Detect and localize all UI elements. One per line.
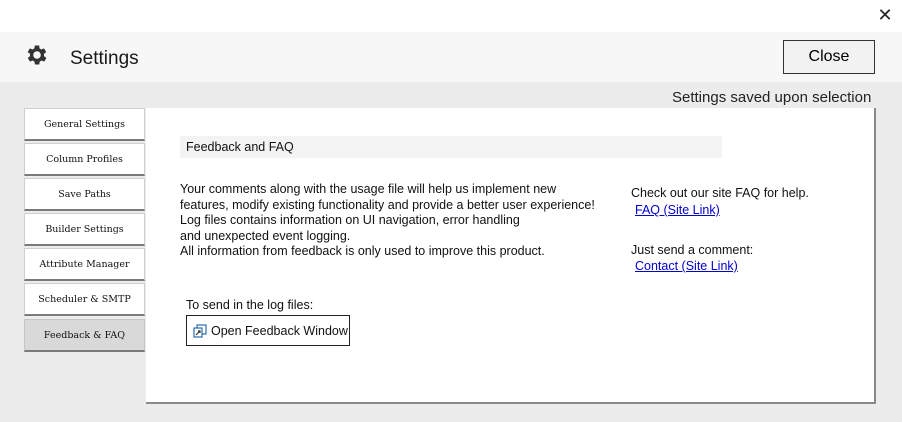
open-feedback-button[interactable]: Open Feedback Window <box>186 315 350 346</box>
description-line: Your comments along with the usage file … <box>180 182 557 196</box>
sidebar-item-attribute-manager[interactable]: Attribute Manager <box>24 248 145 281</box>
faq-link[interactable]: FAQ (Site Link) <box>635 203 720 217</box>
sidebar-item-feedback-faq[interactable]: Feedback & FAQ <box>24 319 145 352</box>
page-title: Settings <box>70 48 139 69</box>
faq-label: Check out our site FAQ for help. <box>631 186 809 200</box>
description-text: Your comments along with the usage file … <box>180 182 600 260</box>
sidebar-item-scheduler-smtp[interactable]: Scheduler & SMTP <box>24 283 145 316</box>
title-bar: ✕ <box>0 0 902 32</box>
sidebar-item-column-profiles[interactable]: Column Profiles <box>24 143 145 176</box>
window-close-icon[interactable]: ✕ <box>868 0 902 30</box>
sidebar-item-builder-settings[interactable]: Builder Settings <box>24 213 145 246</box>
sidebar-item-save-paths[interactable]: Save Paths <box>24 178 145 211</box>
log-files-label: To send in the log files: <box>186 298 314 312</box>
sidebar-item-general-settings[interactable]: General Settings <box>24 108 145 141</box>
close-button[interactable]: Close <box>783 40 875 74</box>
contact-link[interactable]: Contact (Site Link) <box>635 259 738 273</box>
open-feedback-label: Open Feedback Window <box>211 323 348 338</box>
saved-note: Settings saved upon selection <box>672 89 872 106</box>
description-line: Log files contains information on UI nav… <box>180 213 520 227</box>
section-title: Feedback and FAQ <box>186 140 294 154</box>
comment-label: Just send a comment: <box>631 243 754 257</box>
description-line: and unexpected event logging. <box>180 228 351 243</box>
description-line: features, modify existing functionality … <box>180 197 595 212</box>
feedback-window-icon <box>193 323 207 338</box>
description-line: All information from feedback is only us… <box>180 244 545 258</box>
gear-icon <box>27 45 47 65</box>
